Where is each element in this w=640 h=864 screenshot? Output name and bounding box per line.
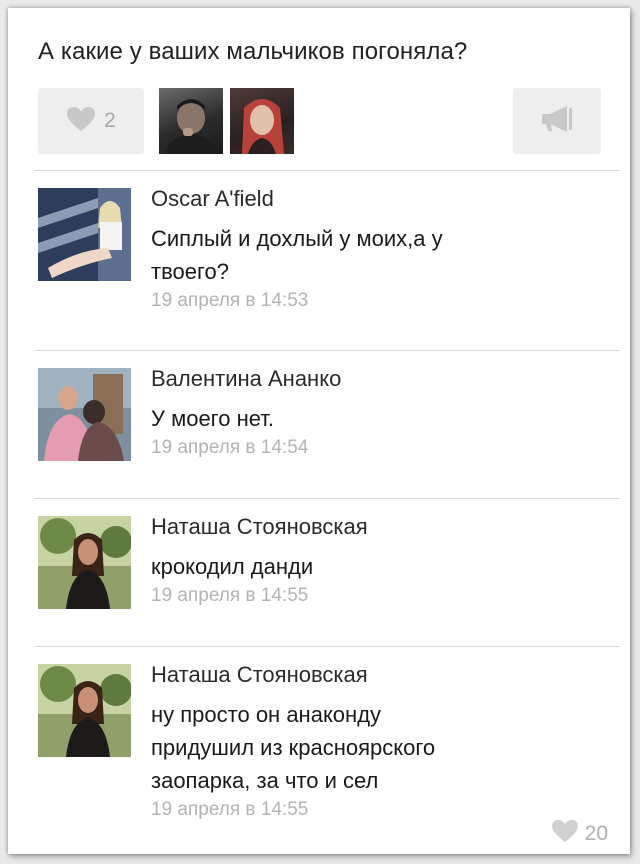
comment-author[interactable]: Oscar A'field <box>151 186 591 212</box>
commenter-avatar[interactable] <box>38 516 131 609</box>
comment-text-line: крокодил данди <box>151 554 314 579</box>
commenter-avatar[interactable] <box>38 188 131 281</box>
comment-author[interactable]: Наташа Стояновская <box>151 662 591 688</box>
post-card: А какие у ваших мальчиков погоняла? 2 Os… <box>8 8 630 854</box>
comment-author[interactable]: Валентина Ананко <box>151 366 591 392</box>
heart-icon <box>551 819 579 848</box>
heart-icon <box>66 106 96 137</box>
comment-text-line: твоего? <box>151 259 229 284</box>
comment-text-line: придушил из красноярского <box>151 735 436 760</box>
comment-time[interactable]: 19 апреля в 14:54 <box>151 437 591 459</box>
post-like-button[interactable]: 2 <box>38 88 144 154</box>
comment-text-line: заопарка, за что и сел <box>151 768 379 793</box>
comment-item: Наташа Стояновская крокодил данди 19 апр… <box>8 499 630 646</box>
comment-text-line: Сиплый и дохлый у моих,а у <box>151 226 443 251</box>
comment-text: У моего нет. <box>151 402 591 435</box>
comment-item: Наташа Стояновская ну просто он анаконду… <box>8 647 630 854</box>
commenter-avatar[interactable] <box>38 664 131 757</box>
commenter-avatar[interactable] <box>38 368 131 461</box>
post-title: А какие у ваших мальчиков погоняла? <box>38 38 468 65</box>
comment-like-count: 20 <box>584 821 608 845</box>
comment-text: Сиплый и дохлый у моих,а у твоего? <box>151 222 591 288</box>
comment-text-line: ну просто он анаконду <box>151 702 382 727</box>
megaphone-icon <box>539 104 575 139</box>
liker-avatar-1[interactable] <box>159 88 223 154</box>
share-button[interactable] <box>513 88 601 154</box>
liker-avatar-2[interactable] <box>230 88 294 154</box>
post-header: А какие у ваших мальчиков погоняла? 2 <box>8 8 630 170</box>
comment-like-button[interactable]: 20 <box>551 819 608 848</box>
comment-text-line: У моего нет. <box>151 406 274 431</box>
post-like-count: 2 <box>104 109 116 132</box>
comment-time[interactable]: 19 апреля в 14:55 <box>151 799 591 821</box>
comment-item: Oscar A'field Сиплый и дохлый у моих,а у… <box>8 171 630 350</box>
comment-text: крокодил данди <box>151 550 591 583</box>
comment-item: Валентина Ананко У моего нет. 19 апреля … <box>8 351 630 498</box>
comment-text: ну просто он анаконду придушил из красно… <box>151 698 591 797</box>
comment-author[interactable]: Наташа Стояновская <box>151 514 591 540</box>
comment-time[interactable]: 19 апреля в 14:55 <box>151 585 591 607</box>
comment-time[interactable]: 19 апреля в 14:53 <box>151 290 591 312</box>
